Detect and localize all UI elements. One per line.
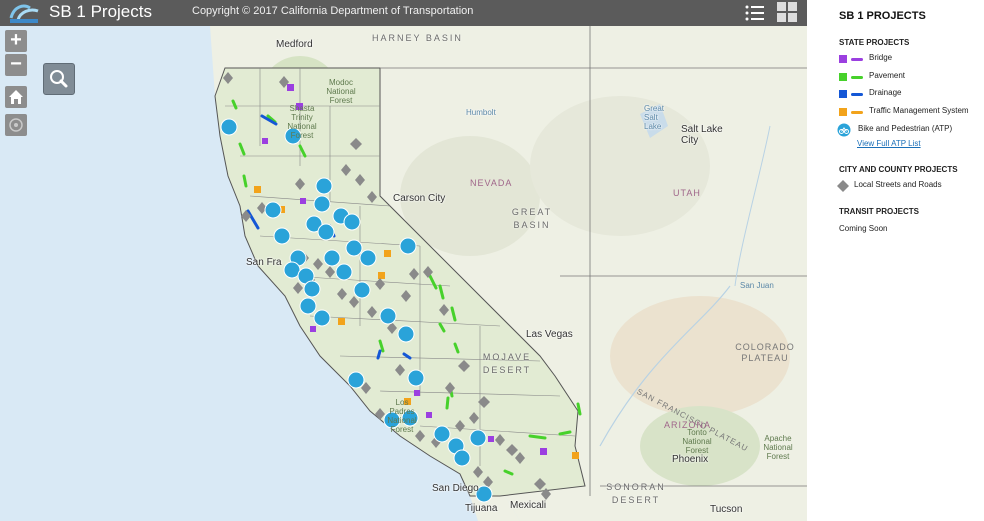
place-label-tijuana: Tijuana [465, 503, 498, 514]
traffic-square-icon [839, 108, 847, 116]
transit-status: Coming Soon [839, 224, 888, 233]
legend-label: Local Streets and Roads [854, 180, 942, 189]
legend-label: Bridge [869, 53, 893, 62]
caltrans-logo-icon [9, 4, 39, 23]
list-icon[interactable] [744, 2, 766, 24]
legend-label: Drainage [869, 88, 902, 97]
place-label-san-francisco: San Fra [246, 257, 282, 268]
city-county-heading: CITY AND COUNTY PROJECTS [839, 165, 958, 174]
drainage-line-icon [851, 93, 863, 96]
park-label-apache: Apache National Forest [763, 434, 793, 461]
legend-item-bridge: Bridge [837, 53, 984, 67]
app-header: SB 1 Projects Copyright © 2017 Californi… [0, 0, 807, 26]
place-label-medford: Medford [276, 39, 313, 50]
bridge-line-icon [851, 58, 863, 61]
region-label-colorado-plateau: COLORADO PLATEAU [735, 342, 795, 363]
bridge-square-icon [839, 55, 847, 63]
locate-button[interactable] [5, 114, 27, 136]
state-label-nevada: NEVADA [470, 178, 513, 188]
place-label-salt-lake-city: Salt Lake City [681, 124, 723, 146]
grid-icon[interactable] [776, 1, 798, 24]
place-label-great-salt-lake: Great Salt Lake [644, 104, 665, 131]
place-label-las-vegas: Las Vegas [526, 329, 573, 340]
region-label-great-basin: GREAT BASIN [511, 207, 553, 230]
state-label-utah: UTAH [673, 188, 701, 198]
place-label-carson-city: Carson City [393, 193, 446, 204]
park-label-shasta-trinity: Shasta Trinity National Forest [287, 104, 317, 140]
legend-label: Traffic Management System [869, 106, 969, 115]
region-label-sonoran-desert: SONORAN DESERT [606, 482, 666, 505]
traffic-line-icon [851, 111, 863, 114]
place-label-tucson: Tucson [710, 504, 743, 515]
park-label-los-padres: Los Padres National Forest [387, 398, 417, 434]
legend-item-local-streets: Local Streets and Roads [837, 180, 984, 194]
legend-panel: SB 1 PROJECTS STATE PROJECTS Bridge Pave… [807, 0, 984, 521]
legend-label: Bike and Pedestrian (ATP) [858, 124, 953, 133]
view-atp-list-link[interactable]: View Full ATP List [857, 139, 921, 148]
park-label-tonto: Tonto National Forest [682, 428, 712, 455]
diamond-icon [837, 180, 849, 192]
drainage-square-icon [839, 90, 847, 98]
region-label-mojave-desert: MOJAVE DESERT [482, 352, 532, 375]
park-label-san-juan: San Juan [740, 281, 774, 290]
locate-icon [9, 118, 23, 132]
home-icon [9, 90, 23, 104]
pavement-line-icon [851, 76, 863, 79]
park-label-modoc: Modoc National Forest [326, 78, 356, 105]
copyright-notice: Copyright © 2017 California Department o… [192, 5, 474, 17]
region-label-harney-basin: HARNEY BASIN [372, 33, 463, 43]
home-button[interactable] [5, 86, 27, 108]
transit-projects-heading: TRANSIT PROJECTS [839, 207, 920, 216]
legend-title: SB 1 PROJECTS [839, 10, 926, 22]
magnifier-icon [50, 70, 68, 88]
place-label-phoenix: Phoenix [672, 454, 709, 465]
legend-item-bike-pedestrian: Bike and Pedestrian (ATP) [837, 123, 984, 138]
map-view[interactable]: Medford Carson City San Fra Las Vegas Sa… [0, 26, 807, 521]
state-projects-heading: STATE PROJECTS [839, 38, 910, 47]
pavement-square-icon [839, 73, 847, 81]
app-title: SB 1 Projects [49, 2, 152, 21]
place-label-mexicali: Mexicali [510, 500, 547, 511]
place-label-humbolt: Humbolt [466, 108, 496, 117]
zoom-out-button[interactable]: − [5, 54, 27, 76]
legend-item-drainage: Drainage [837, 88, 984, 102]
legend-item-traffic-management: Traffic Management System [837, 106, 984, 120]
legend-item-pavement: Pavement [837, 71, 984, 85]
zoom-in-button[interactable]: + [5, 30, 27, 52]
search-button[interactable] [43, 63, 75, 95]
legend-label: Pavement [869, 71, 906, 80]
bike-icon [837, 123, 851, 137]
place-label-san-diego: San Diego [432, 483, 479, 494]
